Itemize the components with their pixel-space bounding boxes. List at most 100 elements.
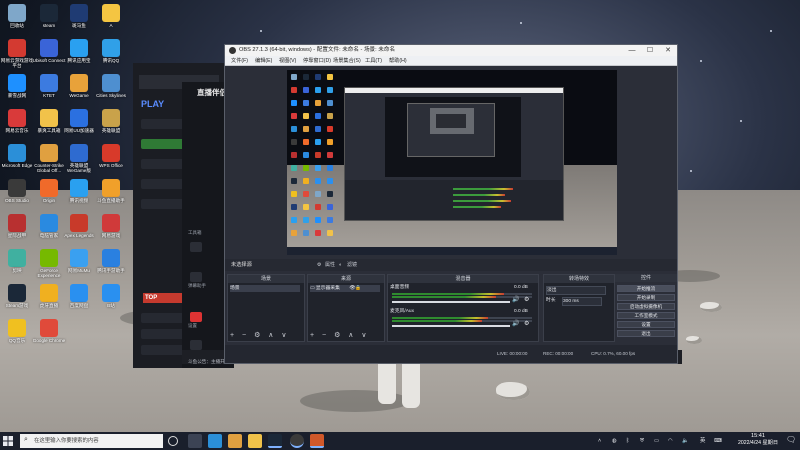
edge-icon[interactable]: [208, 434, 222, 448]
desktop-icon[interactable]: KTET: [32, 74, 66, 114]
desktop-icon[interactable]: 斗鱼直播助手: [94, 179, 128, 219]
desktop-icon[interactable]: 星际战甲: [0, 214, 34, 254]
gear-icon[interactable]: ⚙: [524, 297, 529, 304]
desktop-icon[interactable]: 网易游戏: [94, 214, 128, 254]
lock-icon[interactable]: 🔒: [355, 286, 361, 291]
speaker-icon[interactable]: 🔊: [512, 297, 519, 304]
tray-overflow-icon[interactable]: ˄: [598, 432, 601, 450]
toolbox-icon[interactable]: [190, 242, 202, 252]
desktop-icon[interactable]: WeGame: [62, 74, 96, 114]
desktop-icon[interactable]: steam: [32, 4, 66, 44]
desktop-icon[interactable]: 英雄联盟WeGame版: [62, 144, 96, 184]
desktop-icon[interactable]: OBS Studio: [0, 179, 34, 219]
app-icon: [40, 284, 58, 302]
menu-scene-collection[interactable]: 场景集合(S): [333, 57, 361, 65]
desktop-icon[interactable]: 腾讯QQ: [94, 39, 128, 79]
minimize-button[interactable]: —: [623, 45, 641, 56]
desktop-icon[interactable]: 网易云音乐: [0, 109, 34, 149]
settings-button[interactable]: 设置: [617, 321, 675, 328]
preview-canvas[interactable]: [287, 70, 617, 255]
input-language[interactable]: 英: [700, 432, 705, 450]
desktop-icon[interactable]: 网易MuMu: [62, 249, 96, 289]
filters-button[interactable]: 滤镜: [347, 259, 357, 271]
filters-icon[interactable]: ◐: [339, 259, 342, 271]
desktop-icon[interactable]: 腾讯应用宝: [62, 39, 96, 79]
taskbar-clock[interactable]: 15:41 2022/4/24 星期日: [736, 433, 780, 447]
wifi-icon[interactable]: ◠: [668, 432, 673, 450]
desktop-icon[interactable]: Origin: [32, 179, 66, 219]
ime-icon[interactable]: ⌨: [714, 432, 722, 450]
desktop-icon[interactable]: 剪映: [0, 249, 34, 289]
properties-button[interactable]: 属性: [325, 259, 335, 271]
properties-icon[interactable]: ⚙: [317, 259, 321, 271]
menu-tools[interactable]: 工具(T): [365, 57, 382, 65]
windows-start-icon[interactable]: [2, 435, 14, 447]
desktop-icon[interactable]: WPS Office: [94, 144, 128, 184]
menu-help[interactable]: 帮助(H): [389, 57, 407, 65]
desktop-icon[interactable]: 英雄联盟: [94, 109, 128, 149]
desktop-icon[interactable]: 回收站: [0, 4, 34, 44]
danmaku-icon[interactable]: [190, 272, 202, 282]
desktop-icon[interactable]: Google Chrome: [32, 319, 66, 359]
gear-icon[interactable]: ⚙: [524, 321, 529, 328]
sources-footer-buttons[interactable]: + − ⚙ ∧ ∨: [310, 332, 369, 340]
chrome-icon[interactable]: [228, 434, 242, 448]
desktop-icon[interactable]: 暴雪战网: [0, 74, 34, 114]
desktop-icon[interactable]: QQ音乐: [0, 319, 34, 359]
desktop-icon[interactable]: GeForce Experience: [32, 249, 66, 289]
desktop-icon[interactable]: B站: [94, 284, 128, 324]
menu-view[interactable]: 视图(V): [279, 57, 296, 65]
obs-window[interactable]: OBS 27.1.3 (64-bit, windows) - 配置文件: 未命名…: [224, 44, 678, 364]
menu-file[interactable]: 文件(F): [231, 57, 248, 65]
menu-edit[interactable]: 编辑(E): [255, 57, 272, 65]
obs-taskbar-icon[interactable]: [290, 434, 304, 448]
network-icon[interactable]: ◍: [612, 432, 617, 450]
studio-mode-button[interactable]: 工作室模式: [617, 312, 675, 319]
desktop-icon[interactable]: 腾讯视频: [62, 179, 96, 219]
scenes-footer-buttons[interactable]: + − ⚙ ∧ ∨: [230, 332, 289, 340]
desktop-icon[interactable]: 网易云游戏游戏平台: [0, 39, 34, 79]
desktop-icon[interactable]: 暴爽工具箱: [32, 109, 66, 149]
battery-icon[interactable]: ▭: [654, 432, 659, 450]
desktop-icon[interactable]: Microsoft Edge: [0, 144, 34, 184]
desktop-icon[interactable]: Cities Skylines: [94, 74, 128, 114]
bluetooth-icon[interactable]: ᛒ: [626, 432, 629, 450]
transition-select[interactable]: 淡出: [546, 286, 606, 295]
volume-slider[interactable]: [392, 301, 510, 303]
maximize-button[interactable]: ☐: [641, 45, 659, 56]
desktop-icon[interactable]: 网易UU加速器: [62, 109, 96, 149]
desktop-icon[interactable]: 百度网盘: [62, 284, 96, 324]
scene-item[interactable]: 场景: [230, 285, 300, 292]
desktop-icon[interactable]: 腾讯手游助手: [94, 249, 128, 289]
settings-icon[interactable]: [190, 312, 202, 322]
desktop-icon[interactable]: 斑马鱼: [62, 4, 96, 44]
file-explorer-icon[interactable]: [248, 434, 262, 448]
live-assistant-taskbar-icon[interactable]: [310, 434, 324, 448]
taskbar-search[interactable]: ⌕ 在这里输入你要搜索的内容: [20, 434, 163, 448]
desktop-icon[interactable]: 虎牙直播: [32, 284, 66, 324]
beauty-icon[interactable]: [190, 340, 202, 350]
virtual-camera-button[interactable]: 启动虚拟摄像机: [617, 303, 675, 310]
start-streaming-button[interactable]: 开始推流: [617, 285, 675, 292]
volume-icon[interactable]: 🔈: [682, 432, 689, 450]
close-button[interactable]: ✕: [659, 45, 677, 56]
task-view-icon[interactable]: [188, 434, 202, 448]
obs-titlebar[interactable]: OBS 27.1.3 (64-bit, windows) - 配置文件: 未命名…: [225, 45, 677, 56]
volume-slider[interactable]: [392, 325, 510, 327]
steam-taskbar-icon[interactable]: [268, 434, 282, 448]
duration-input[interactable]: 300 ms: [562, 297, 602, 306]
exit-button[interactable]: 退出: [617, 330, 675, 337]
cortana-icon[interactable]: [168, 436, 178, 446]
desktop-icon[interactable]: 电脑管家: [32, 214, 66, 254]
desktop-icon[interactable]: Counter-Strike Global Off...: [32, 144, 66, 184]
shield-icon[interactable]: ⛨: [640, 432, 644, 450]
desktop-icon[interactable]: Ubisoft Connect: [32, 39, 66, 79]
source-item[interactable]: ▭ 显示器采集 👁🔒: [310, 285, 380, 292]
desktop-icon[interactable]: A: [94, 4, 128, 44]
desktop-icon[interactable]: Steam游戏: [0, 284, 34, 324]
desktop-icon[interactable]: Apex Legends: [62, 214, 96, 254]
notification-icon[interactable]: 🗨: [786, 435, 796, 444]
start-recording-button[interactable]: 开始录制: [617, 294, 675, 301]
menu-docks[interactable]: 停靠窗口(D): [303, 57, 331, 65]
speaker-icon[interactable]: 🔊: [512, 321, 519, 328]
